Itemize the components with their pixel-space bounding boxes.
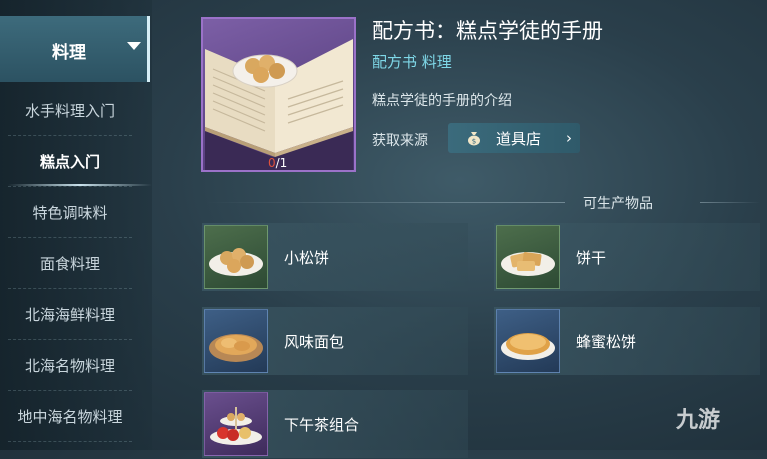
- afternoon-tea-icon: [204, 392, 268, 456]
- product-card[interactable]: 饼干: [494, 223, 760, 291]
- biscuits-icon: [496, 225, 560, 289]
- product-card[interactable]: 风味面包: [202, 307, 468, 375]
- chevron-down-icon: [127, 42, 141, 50]
- sidebar-item-special-seasoning[interactable]: 特色调味料: [8, 187, 132, 238]
- product-card[interactable]: 蜂蜜松饼: [494, 307, 760, 375]
- muffins-icon: [204, 225, 268, 289]
- category-sidebar: 料理 水手料理入门 糕点入门 特色调味料 面食料理 北海海鲜料理 北海名物料理 …: [0, 0, 152, 450]
- recipe-description: 糕点学徒的手册的介绍: [372, 93, 512, 109]
- category-dropdown-label: 料理: [52, 43, 86, 63]
- sidebar-item-label: 水手料理入门: [24, 101, 115, 120]
- category-dropdown[interactable]: 料理: [0, 16, 150, 82]
- product-name: 小松饼: [284, 249, 330, 267]
- source-label: 获取来源: [372, 133, 428, 149]
- sidebar-item-noodle-cooking[interactable]: 面食料理: [8, 238, 132, 289]
- recipe-title: 配方书：糕点学徒的手册: [372, 19, 603, 43]
- owned-count: 0/1: [268, 156, 287, 170]
- sidebar-item-north-sea-specialty[interactable]: 北海名物料理: [8, 340, 132, 391]
- product-name: 饼干: [576, 249, 607, 267]
- svg-text:$: $: [472, 138, 476, 146]
- product-name: 下午茶组合: [284, 416, 360, 434]
- bread-icon: [204, 309, 268, 373]
- sidebar-item-label: 面食料理: [39, 254, 100, 273]
- selected-indicator: [8, 184, 152, 186]
- products-title: 可生产物品: [583, 196, 653, 212]
- item-shop-label: 道具店: [496, 129, 542, 148]
- sidebar-item-label: 北海海鲜料理: [24, 305, 115, 324]
- sidebar-item-label: 特色调味料: [32, 203, 108, 222]
- money-bag-icon: $: [468, 132, 480, 146]
- honey-pancake-icon: [496, 309, 560, 373]
- product-name: 蜂蜜松饼: [576, 333, 637, 351]
- sidebar-item-label: 糕点入门: [39, 152, 100, 171]
- product-card[interactable]: 小松饼: [202, 223, 468, 291]
- owned-count-total: /1: [275, 156, 288, 170]
- divider: [205, 202, 565, 203]
- sidebar-item-north-sea-seafood[interactable]: 北海海鲜料理: [8, 289, 132, 340]
- sidebar-item-mediterranean-specialty[interactable]: 地中海名物料理: [8, 391, 132, 442]
- product-card[interactable]: 下午茶组合: [202, 390, 468, 458]
- product-name: 风味面包: [284, 333, 345, 351]
- sidebar-item-sailor-cooking[interactable]: 水手料理入门: [8, 85, 132, 136]
- watermark-logo: 九游: [676, 408, 721, 433]
- recipe-book-image[interactable]: [201, 17, 356, 172]
- divider: [700, 202, 760, 203]
- owned-count-value: 0: [268, 156, 276, 170]
- sidebar-item-pastry-intro[interactable]: 糕点入门: [8, 136, 152, 187]
- sidebar-item-label: 北海名物料理: [24, 356, 115, 375]
- sidebar-item-label: 地中海名物料理: [17, 407, 123, 426]
- chevron-right-icon: ›: [566, 129, 572, 147]
- item-shop-button[interactable]: $ 道具店 ›: [448, 123, 580, 153]
- recipe-category: 配方书 料理: [372, 53, 452, 71]
- open-book-icon: [205, 39, 353, 170]
